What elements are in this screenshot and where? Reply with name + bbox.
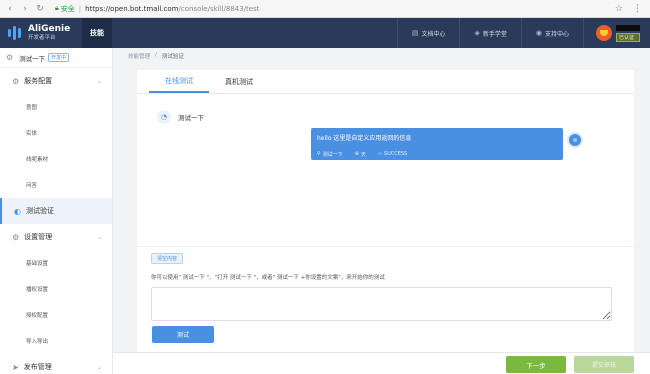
footer-actions: 下一步 提交审核 [113, 352, 650, 374]
clear-button[interactable]: 清空内容 [151, 253, 183, 264]
input-hint: 你可以使用" 测试一下 "、"打开 测试一下 "，或者" 测试一下 +你设置的文… [151, 275, 385, 281]
tutorial-link-label: 新手学堂 [482, 30, 507, 38]
reply-meta-skill: ⚲ 测试一下 [317, 151, 343, 158]
docs-link[interactable]: ▤ 文档中心 [396, 18, 460, 48]
intent-icon: ⊕ [354, 151, 359, 157]
sidebar-item-import-export[interactable]: 导入导出 [0, 328, 112, 354]
forward-icon[interactable]: › [20, 4, 30, 14]
code-icon: ‹› [377, 151, 382, 157]
reply-bubble: hello 这里是自定义应用返回的信息 ⚲ 测试一下 ⊕ 天 ‹› SUCCESS [311, 128, 563, 160]
test-panel: 在线测试 真机测试 ◔ 测试一下 hello 这里是自定义应用返回的信息 ⚲ 测试… [137, 70, 634, 358]
reply-meta-status-text: SUCCESS [383, 151, 408, 157]
current-skill[interactable]: ⚙ 测试一下 开发中 [0, 48, 112, 68]
sidebar-item-basic-settings[interactable]: 基础设置 [0, 250, 112, 276]
sidebar-group-label: 设置管理 [24, 233, 53, 241]
send-icon: ➤ [12, 362, 19, 372]
test-tabs: 在线测试 真机测试 [137, 70, 634, 94]
avatar[interactable] [596, 25, 612, 41]
test-button[interactable]: 测试 [152, 326, 214, 343]
menu-icon[interactable]: ⋮ [633, 4, 642, 14]
service-icon: ⚙ [12, 76, 20, 86]
headset-icon: ◉ [535, 29, 542, 37]
graduation-icon: ◈ [474, 29, 480, 37]
sidebar-item-entity[interactable]: 实体 [0, 120, 112, 146]
logo[interactable]: AliGenie 开发者平台 [8, 24, 80, 42]
sidebar-group-service-config[interactable]: ⚙ 服务配置 ⌄ [0, 68, 112, 94]
sidebar: ⚙ 测试一下 开发中 ⚙ 服务配置 ⌄ 意图 实体 线呢素材 问答 ◐ 测试验证… [0, 48, 113, 374]
docs-link-label: 文档中心 [421, 30, 446, 38]
tutorial-link[interactable]: ◈ 新手学堂 [459, 18, 520, 48]
lock-icon: 🔒︎ [55, 4, 59, 12]
sidebar-group-settings[interactable]: ⚙ 设置管理 ⌄ [0, 224, 112, 250]
breadcrumb-current: 测试验证 [161, 54, 184, 60]
status-badge: 开发中 [48, 53, 70, 62]
chat-window: ◔ 测试一下 hello 这里是自定义应用返回的信息 ⚲ 测试一下 ⊕ 天 ‹› SU… [137, 94, 634, 246]
breadcrumb: 技能管理 / 测试验证 [128, 52, 184, 60]
tab-device-test[interactable]: 真机测试 [209, 70, 269, 93]
reply-meta-skill-text: 测试一下 [322, 152, 343, 158]
settings-icon: ⚙ [12, 232, 20, 242]
reply-meta: ⚲ 测试一下 ⊕ 天 ‹› SUCCESS [317, 151, 557, 158]
logo-subtitle: 开发者平台 [28, 34, 56, 41]
user-menu[interactable]: 已认证 [583, 18, 650, 48]
next-step-button[interactable]: 下一步 [506, 356, 566, 373]
browser-toolbar: ‹ › ↻ 🔒︎ 安全 | https://open.bot.tmall.com… [0, 0, 650, 18]
address-bar[interactable]: https://open.bot.tmall.com/console/skill… [85, 5, 259, 13]
reload-icon[interactable]: ↻ [35, 4, 45, 14]
header-links: ▤ 文档中心 ◈ 新手学堂 ◉ 支持中心 已认证 [396, 18, 650, 48]
sidebar-item-broadcast-settings[interactable]: 播权设置 [0, 276, 112, 302]
sidebar-group-publish[interactable]: ➤ 发布管理 ⌄ [0, 354, 112, 374]
tab-online-test[interactable]: 在线测试 [149, 70, 209, 93]
url-host: https://open.bot.tmall.com [85, 4, 179, 13]
sidebar-item-intent[interactable]: 意图 [0, 94, 112, 120]
test-input[interactable] [151, 287, 612, 321]
sidebar-group-label: 发布管理 [23, 363, 52, 371]
reply-text: hello 这里是自定义应用返回的信息 [317, 135, 412, 142]
back-icon[interactable]: ‹ [5, 4, 15, 14]
sidebar-item-test[interactable]: ◐ 测试验证 [0, 198, 112, 224]
chevron-down-icon: ⌄ [96, 77, 102, 85]
sidebar-group-label: 服务配置 [24, 77, 53, 85]
support-link-label: 支持中心 [544, 30, 569, 38]
user-avatar-icon: ◔ [157, 110, 171, 124]
test-icon: ◐ [14, 206, 21, 216]
sidebar-item-qa[interactable]: 问答 [0, 172, 112, 198]
logo-icon [8, 24, 24, 42]
star-icon[interactable]: ☆ [615, 4, 623, 14]
sidebar-item-material[interactable]: 线呢素材 [0, 146, 112, 172]
browser-actions: ☆ ⋮ [615, 4, 642, 14]
chevron-down-icon: ⌄ [96, 233, 102, 241]
support-link[interactable]: ◉ 支持中心 [520, 18, 583, 48]
breadcrumb-parent[interactable]: 技能管理 [128, 52, 150, 60]
user-message: 测试一下 [178, 114, 204, 122]
reply-meta-status: ‹› SUCCESS [378, 151, 407, 158]
bot-avatar-icon: ≋ [567, 132, 583, 148]
secure-label: 安全 [60, 4, 75, 13]
url-divider: | [78, 4, 82, 13]
user-name-redacted [616, 24, 640, 31]
logo-name: AliGenie [28, 24, 71, 35]
nav-tab-skills[interactable]: 技能 [82, 18, 112, 48]
gear-icon: ⚙ [6, 53, 14, 62]
verified-badge: 已认证 [616, 32, 640, 42]
skill-name: 测试一下 [19, 54, 46, 63]
breadcrumb-separator: / [155, 52, 157, 58]
submit-review-button[interactable]: 提交审核 [574, 356, 634, 373]
sidebar-item-auth-config[interactable]: 授权配置 [0, 302, 112, 328]
reply-meta-intent-text: 天 [360, 152, 366, 158]
sidebar-item-label: 测试验证 [25, 207, 54, 215]
document-icon: ▤ [411, 29, 419, 37]
reply-meta-intent: ⊕ 天 [355, 151, 366, 158]
url-path: /console/skill/8843/test [178, 4, 260, 13]
chevron-down-icon: ⌄ [96, 363, 102, 371]
pin-icon: ⚲ [317, 151, 321, 157]
test-input-area: 清空内容 你可以使用" 测试一下 "、"打开 测试一下 "，或者" 测试一下 +… [137, 246, 634, 358]
app-header: AliGenie 开发者平台 技能 ▤ 文档中心 ◈ 新手学堂 ◉ 支持中心 已… [0, 18, 650, 48]
